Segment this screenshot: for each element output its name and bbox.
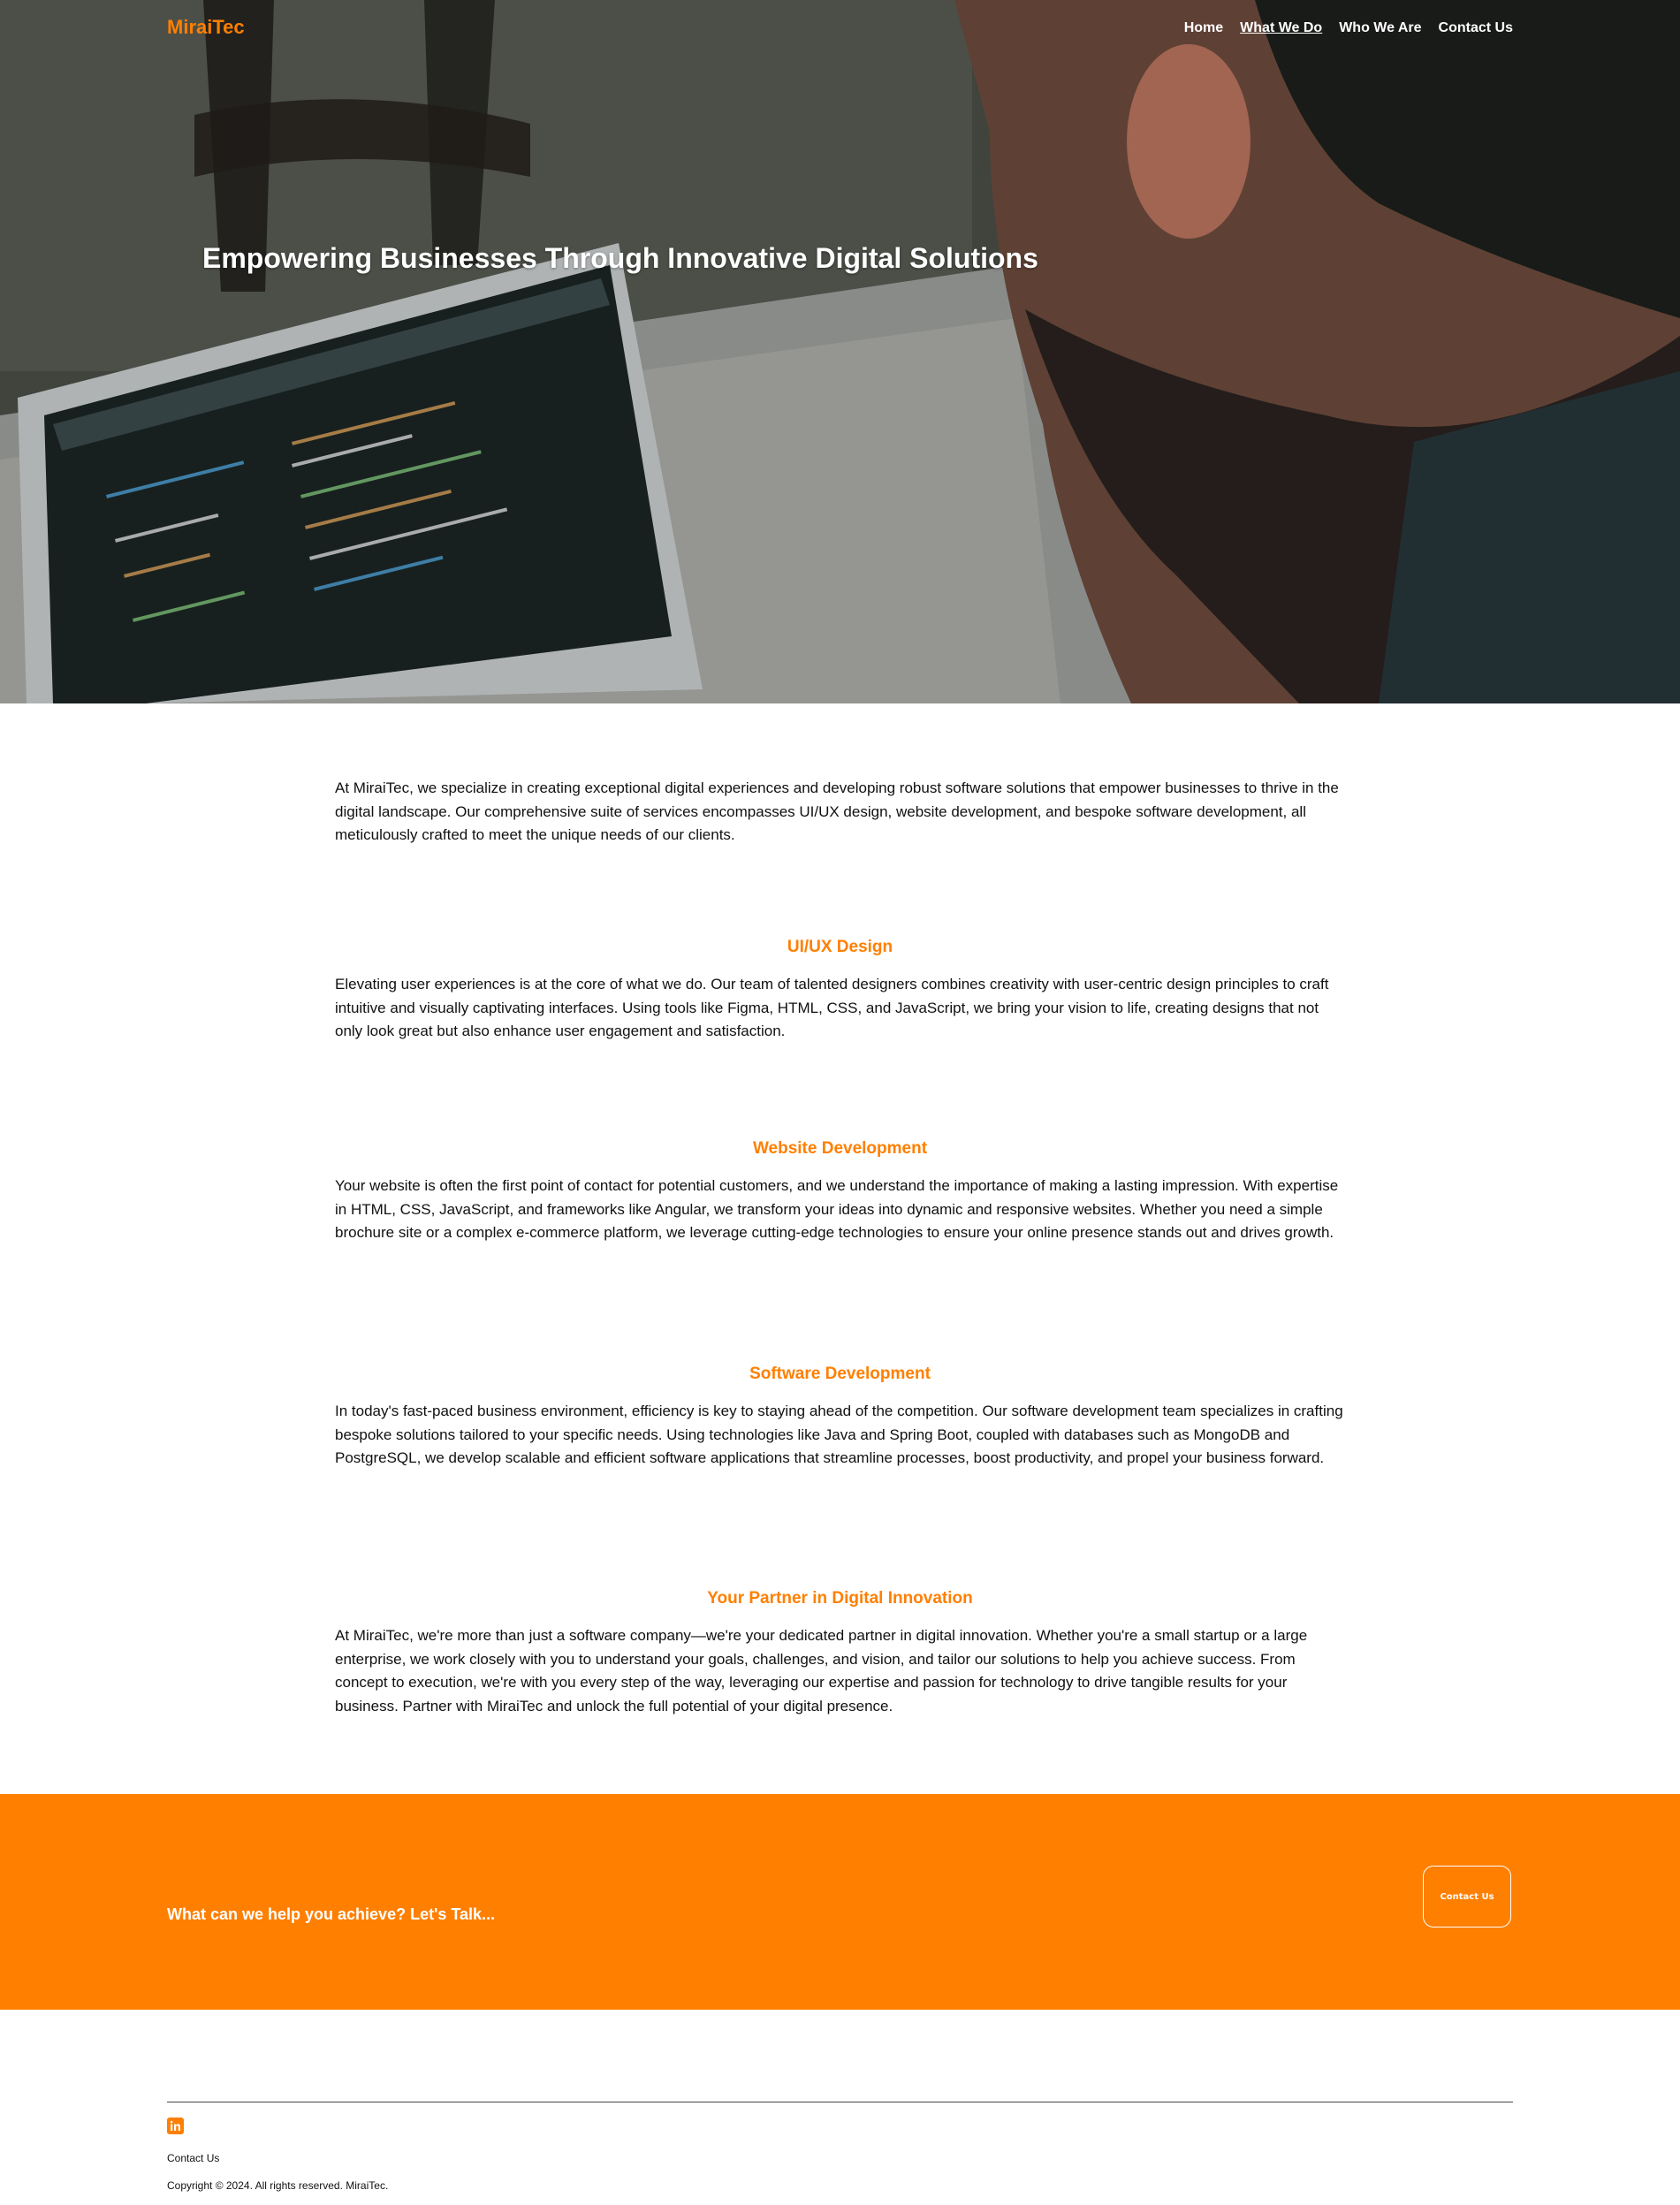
service-ui-ux-design: UI/UX Design Elevating user experiences … — [335, 938, 1345, 1044]
hero-section: MiraiTec Home What We Do Who We Are Cont… — [0, 0, 1680, 703]
nav-link-contact-us[interactable]: Contact Us — [1439, 20, 1513, 36]
copyright-text: Copyright © 2024. All rights reserved. M… — [167, 2179, 389, 2192]
service-title: Website Development — [752, 1139, 928, 1158]
service-description: At MiraiTec, we're more than just a soft… — [335, 1627, 1308, 1715]
top-navbar: MiraiTec Home What We Do Who We Are Cont… — [0, 0, 1680, 57]
contact-us-button[interactable]: Contact Us — [1423, 1866, 1511, 1927]
linkedin-glyph — [170, 2120, 180, 2131]
service-digital-partner: Your Partner in Digital Innovation At Mi… — [335, 1589, 1345, 1718]
cta-banner: What can we help you achieve? Let's Talk… — [0, 1794, 1680, 2010]
nav-link-who-we-are[interactable]: Who We Are — [1339, 20, 1421, 36]
cta-text: What can we help you achieve? Let's Talk… — [167, 1905, 496, 1923]
main-content: At MiraiTec, we specialize in creating e… — [335, 703, 1345, 1715]
brand-logo[interactable]: MiraiTec — [167, 16, 245, 39]
intro-paragraph: At MiraiTec, we specialize in creating e… — [335, 779, 1339, 843]
service-title: Your Partner in Digital Innovation — [707, 1589, 973, 1608]
nav-links: Home What We Do Who We Are Contact Us — [1184, 20, 1513, 36]
service-website-development: Website Development Your website is ofte… — [335, 1139, 1345, 1245]
service-software-development: Software Development In today's fast-pac… — [335, 1365, 1345, 1471]
service-title: UI/UX Design — [787, 938, 893, 956]
service-description: Elevating user experiences is at the cor… — [335, 976, 1329, 1039]
service-description: Your website is often the first point of… — [335, 1177, 1339, 1241]
footer-contact-link[interactable]: Contact Us — [167, 2152, 219, 2164]
service-description: In today's fast-paced business environme… — [335, 1403, 1343, 1466]
service-title: Software Development — [749, 1365, 931, 1383]
linkedin-icon[interactable] — [167, 2118, 184, 2134]
nav-link-what-we-do[interactable]: What We Do — [1240, 20, 1322, 36]
hero-background-photo — [0, 0, 1680, 703]
nav-link-home[interactable]: Home — [1184, 20, 1223, 36]
hero-title: Empowering Businesses Through Innovative… — [202, 242, 1038, 274]
